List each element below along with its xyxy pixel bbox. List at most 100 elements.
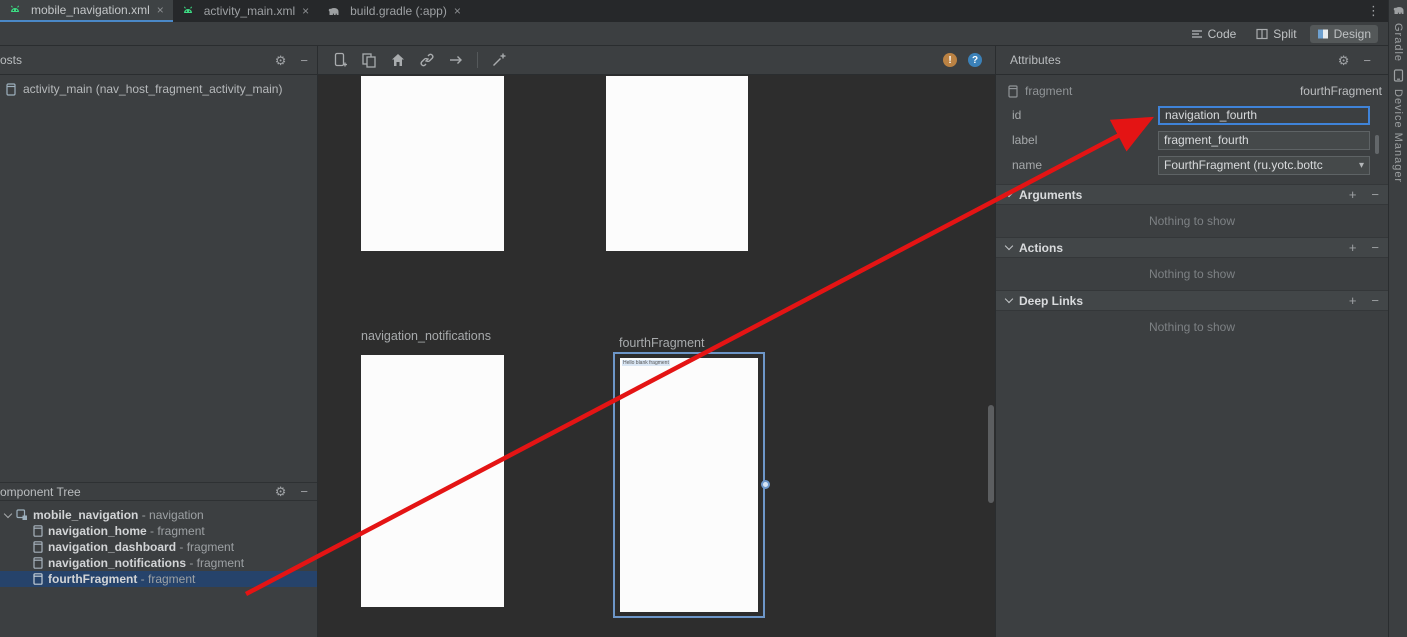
tree-item-navigation-dashboard[interactable]: navigation_dashboard - fragment: [0, 539, 317, 555]
home-icon[interactable]: [390, 52, 406, 68]
warning-indicator-icon[interactable]: !: [943, 53, 957, 67]
design-surface[interactable]: navigation_notifications fourthFragment …: [318, 75, 995, 637]
chevron-down-icon: [1005, 242, 1013, 250]
remove-icon[interactable]: −: [1371, 241, 1379, 254]
name-dropdown-value: FourthFragment (ru.yotc.bottc: [1164, 158, 1355, 172]
android-file-icon: [182, 5, 194, 17]
hide-panel-icon[interactable]: −: [1363, 54, 1371, 67]
tab-label: activity_main.xml: [204, 4, 295, 18]
name-field-label: name: [1012, 158, 1158, 172]
attributes-scrollbar[interactable]: [1375, 135, 1379, 154]
name-field-row: name FourthFragment (ru.yotc.bottc ▾: [1012, 155, 1370, 175]
gear-icon[interactable]: ⚙: [1338, 54, 1350, 67]
close-icon[interactable]: ×: [157, 3, 164, 17]
tab-label: build.gradle (:app): [350, 4, 447, 18]
tree-item-name: navigation_notifications: [48, 556, 186, 570]
deep-links-section-header[interactable]: Deep Links + −: [996, 290, 1388, 311]
right-tool-strip: Gradle Device Manager: [1388, 0, 1407, 637]
code-view-button[interactable]: Code: [1184, 25, 1244, 43]
arguments-section-header[interactable]: Arguments + −: [996, 184, 1388, 205]
hosts-panel-header: osts ⚙ −: [0, 46, 318, 74]
component-tree-title: omponent Tree: [0, 485, 81, 499]
add-icon[interactable]: +: [1349, 294, 1357, 307]
section-title: Deep Links: [1019, 294, 1083, 308]
attributes-panel-header: Attributes ⚙ −: [995, 46, 1388, 74]
add-icon[interactable]: +: [1349, 188, 1357, 201]
tree-item-name: mobile_navigation: [33, 508, 138, 522]
split-icon: [1256, 28, 1268, 40]
id-input[interactable]: [1158, 106, 1370, 125]
fragment-preview-canvas: Hello blank fragment: [620, 358, 758, 612]
fragment-label-notifications[interactable]: navigation_notifications: [361, 329, 491, 343]
device-manager-tool-button[interactable]: Device Manager: [1392, 89, 1404, 183]
panel-header-row: osts ⚙ −: [0, 46, 1388, 75]
gradle-tool-button[interactable]: Gradle: [1392, 23, 1404, 62]
left-panel: activity_main (nav_host_fragment_activit…: [0, 75, 318, 637]
fragment-preview-fourth-selected[interactable]: Hello blank fragment: [613, 352, 765, 618]
add-icon[interactable]: +: [1349, 241, 1357, 254]
gear-icon[interactable]: ⚙: [275, 485, 287, 498]
tree-item-name: navigation_dashboard: [48, 540, 176, 554]
tree-item-mobile-navigation[interactable]: mobile_navigation - navigation: [0, 507, 317, 523]
label-field-label: label: [1012, 133, 1158, 147]
fragment-preview-dashboard[interactable]: [606, 76, 748, 251]
editor-mode-bar: Code Split Design: [0, 22, 1388, 46]
tree-item-navigation-home[interactable]: navigation_home - fragment: [0, 523, 317, 539]
tree-item-fourth-fragment[interactable]: fourthFragment - fragment: [0, 571, 317, 587]
action-handle-icon[interactable]: [761, 480, 770, 489]
host-item-activity-main[interactable]: activity_main (nav_host_fragment_activit…: [0, 75, 317, 96]
close-icon[interactable]: ×: [302, 4, 309, 18]
split-view-label: Split: [1273, 27, 1296, 41]
actions-empty-text: Nothing to show: [996, 258, 1388, 290]
component-type: fragment: [1025, 84, 1072, 98]
design-toolbar: ! ?: [318, 46, 995, 74]
hide-panel-icon[interactable]: −: [300, 485, 308, 498]
code-view-label: Code: [1208, 27, 1237, 41]
label-input[interactable]: [1158, 131, 1370, 150]
gradle-icon[interactable]: [1392, 4, 1405, 16]
new-destination-icon[interactable]: [361, 52, 377, 68]
device-manager-icon[interactable]: [1393, 69, 1404, 82]
tab-label: mobile_navigation.xml: [31, 3, 150, 17]
id-field-row: id: [1012, 105, 1370, 125]
design-icon: [1317, 28, 1329, 40]
deep-links-empty-text: Nothing to show: [996, 311, 1388, 343]
chevron-down-icon: [1005, 295, 1013, 303]
editor-tab-bar: mobile_navigation.xml × activity_main.xm…: [0, 0, 1388, 22]
tab-activity-main-xml[interactable]: activity_main.xml ×: [173, 0, 318, 22]
add-destination-icon[interactable]: [332, 52, 348, 68]
remove-icon[interactable]: −: [1371, 188, 1379, 201]
code-icon: [1191, 28, 1203, 40]
tree-item-type: - fragment: [147, 524, 205, 538]
editor-options-icon[interactable]: ⋮: [1367, 3, 1380, 19]
tree-item-navigation-notifications[interactable]: navigation_notifications - fragment: [0, 555, 317, 571]
fragment-preview-home[interactable]: [361, 76, 504, 251]
close-icon[interactable]: ×: [454, 4, 461, 18]
fragment-icon: [33, 541, 43, 553]
tree-item-type: - navigation: [138, 508, 203, 522]
gear-icon[interactable]: ⚙: [275, 54, 287, 67]
tab-mobile-navigation-xml[interactable]: mobile_navigation.xml ×: [0, 0, 173, 22]
auto-arrange-icon[interactable]: [491, 52, 507, 68]
remove-icon[interactable]: −: [1371, 294, 1379, 307]
component-tree-header: omponent Tree ⚙ −: [0, 482, 317, 501]
design-scrollbar[interactable]: [988, 405, 994, 503]
split-view-button[interactable]: Split: [1249, 25, 1303, 43]
tree-item-name: fourthFragment: [48, 572, 137, 586]
label-field-row: label: [1012, 130, 1370, 150]
toolbar-separator: [477, 52, 478, 68]
main-content: activity_main (nav_host_fragment_activit…: [0, 75, 1388, 637]
name-dropdown[interactable]: FourthFragment (ru.yotc.bottc ▾: [1158, 156, 1370, 175]
fragment-preview-notifications[interactable]: [361, 355, 504, 607]
design-view-button[interactable]: Design: [1310, 25, 1378, 43]
hide-panel-icon[interactable]: −: [300, 54, 308, 67]
help-icon[interactable]: ?: [968, 53, 982, 67]
tree-item-type: - fragment: [137, 572, 195, 586]
deep-link-icon[interactable]: [419, 52, 435, 68]
tab-build-gradle[interactable]: build.gradle (:app) ×: [318, 0, 470, 22]
chevron-down-icon[interactable]: [4, 510, 12, 518]
fragment-icon: [33, 557, 43, 569]
action-arrow-icon[interactable]: [448, 52, 464, 68]
actions-section-header[interactable]: Actions + −: [996, 237, 1388, 258]
fragment-label-fourth[interactable]: fourthFragment: [619, 336, 704, 350]
